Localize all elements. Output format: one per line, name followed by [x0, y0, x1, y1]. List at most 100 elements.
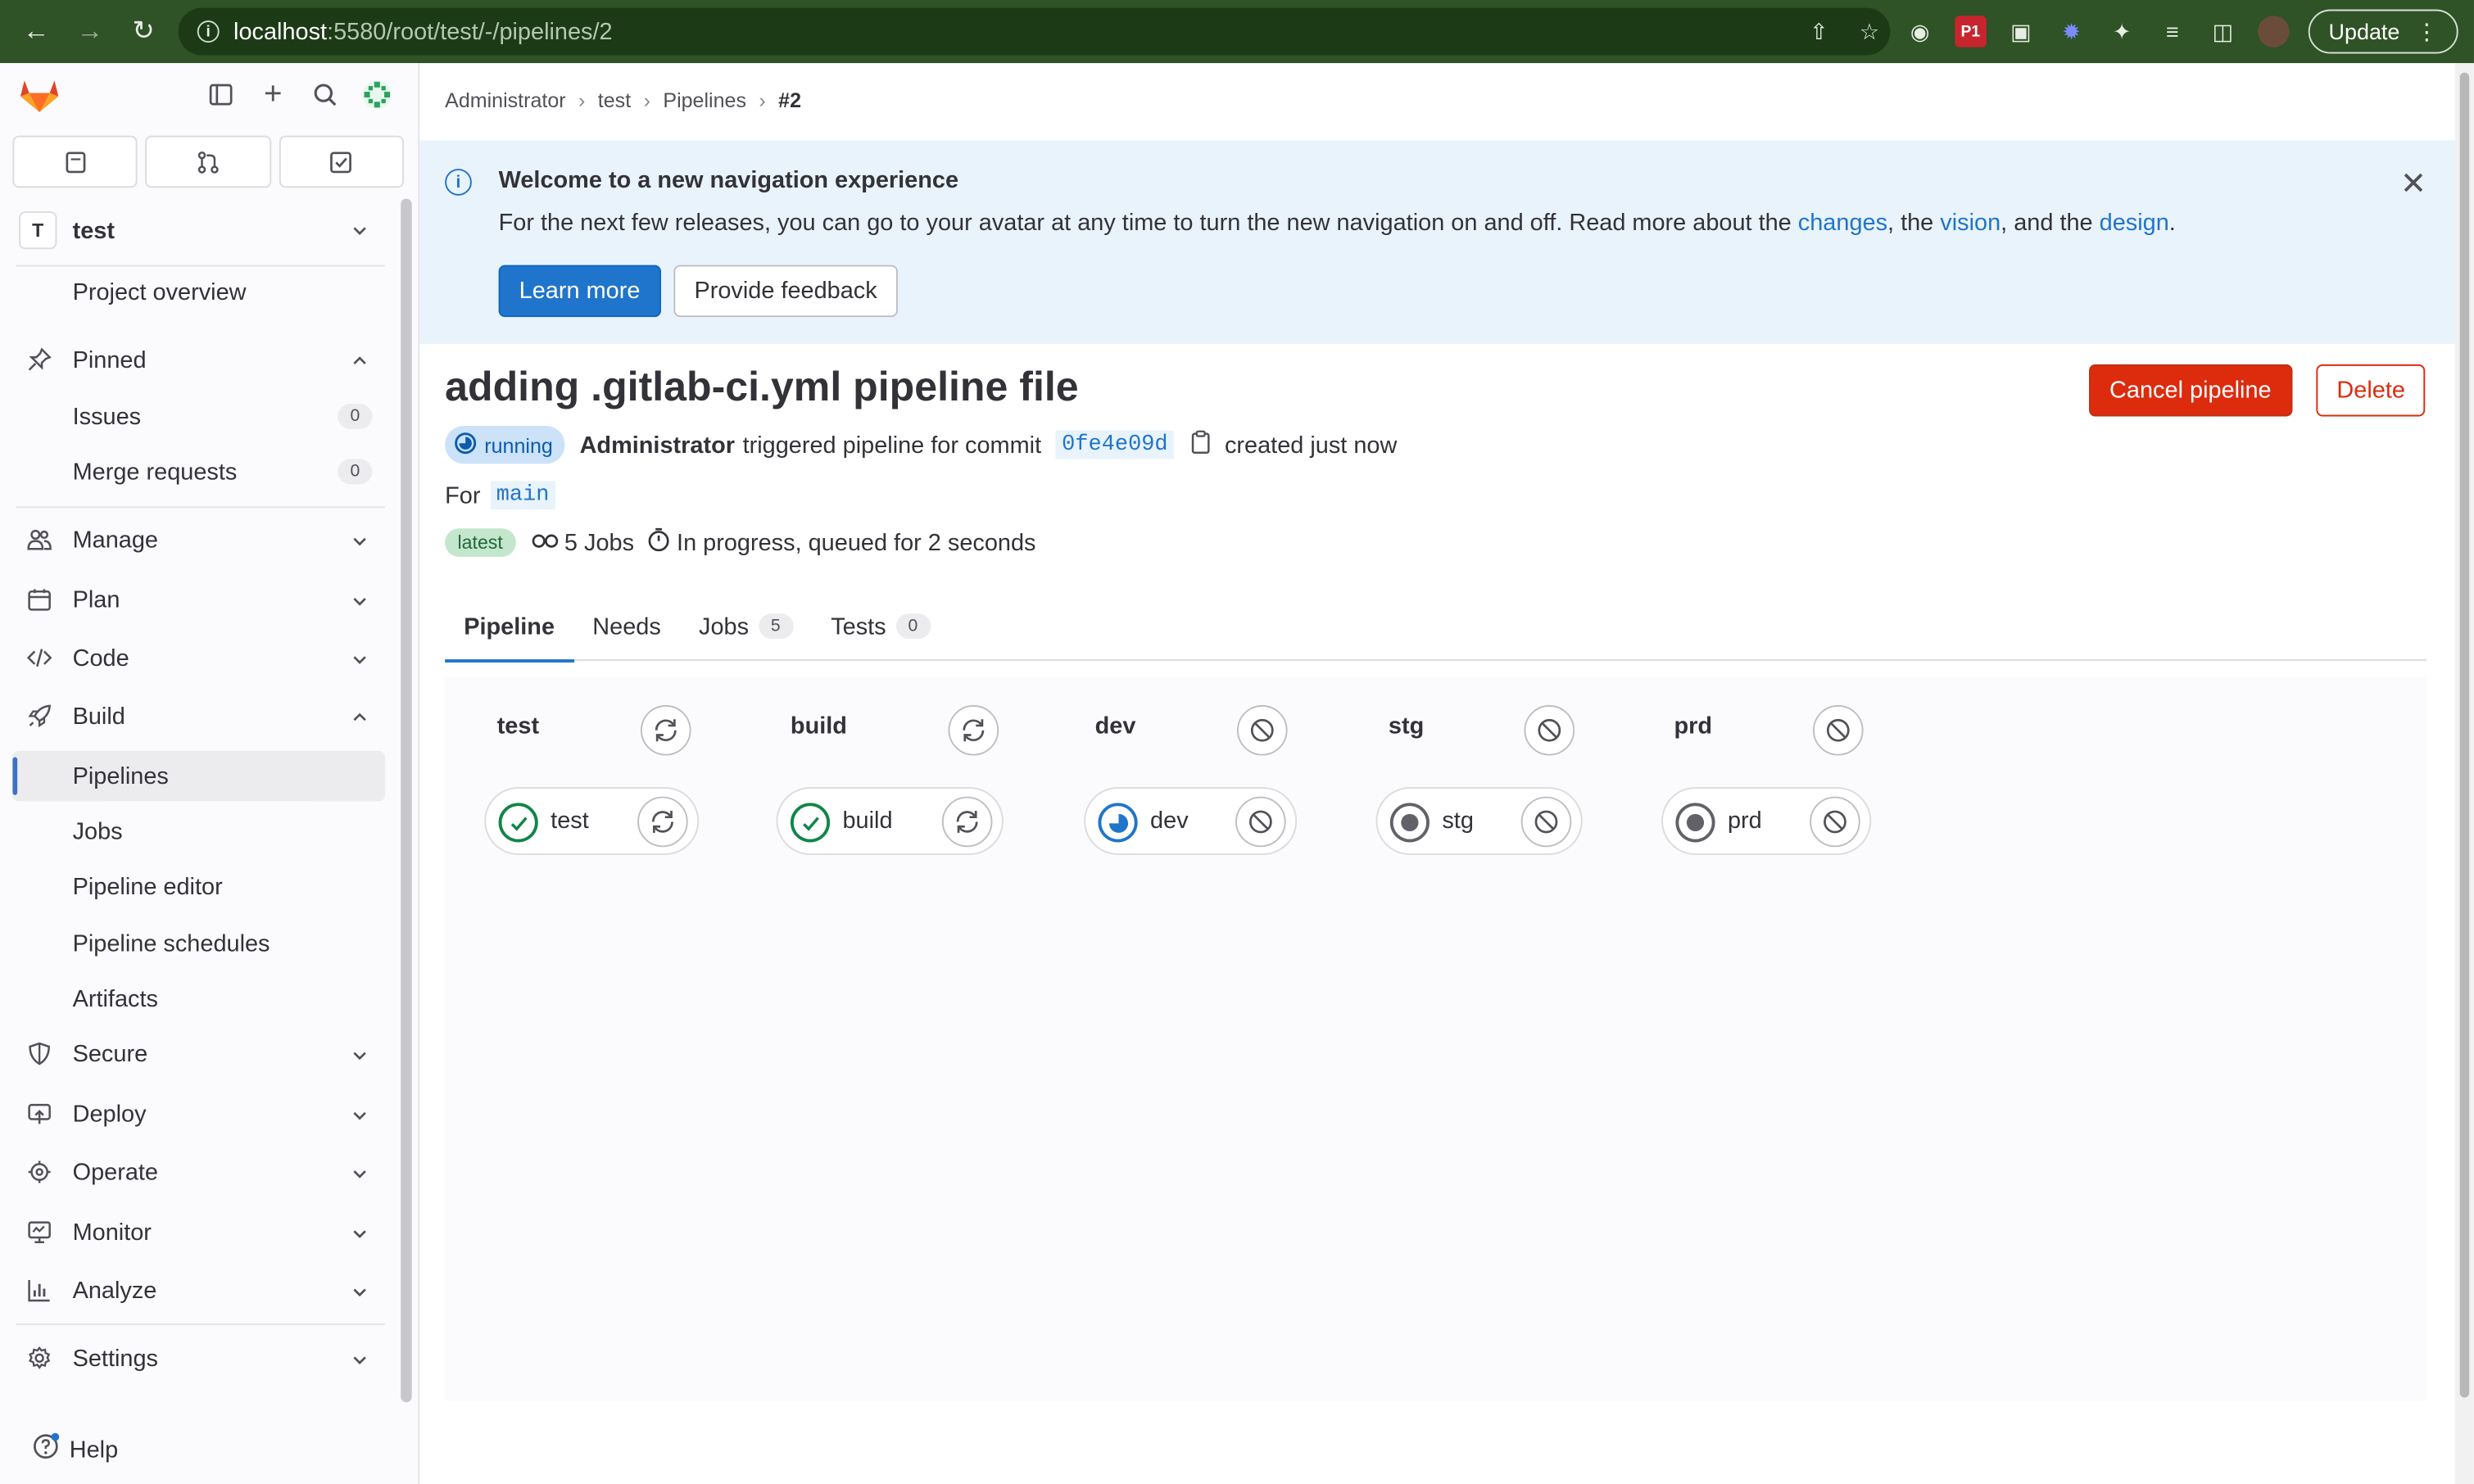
project-switcher[interactable]: T test: [7, 202, 385, 259]
job-name: dev: [1150, 808, 1189, 835]
chevron-up-icon: [351, 351, 369, 378]
job-card[interactable]: dev: [1084, 787, 1298, 855]
bookmark-star-icon[interactable]: ☆: [1854, 16, 1886, 48]
sidebar-item-settings[interactable]: Settings: [12, 1332, 385, 1383]
site-info-icon[interactable]: i: [197, 20, 220, 43]
learn-more-button[interactable]: Learn more: [498, 265, 661, 318]
latest-badge: latest: [445, 528, 516, 557]
progress-info: In progress, queued for 2 seconds: [646, 527, 1036, 559]
job-card[interactable]: build: [776, 787, 1004, 855]
sidebar-item-secure[interactable]: Secure: [12, 1029, 385, 1079]
retry-icon[interactable]: [637, 796, 688, 848]
sidebar-item-analyze[interactable]: Analyze: [12, 1265, 385, 1316]
back-icon[interactable]: ←: [19, 14, 53, 48]
tab-needs[interactable]: Needs: [573, 591, 680, 661]
sidebar-item-code[interactable]: Code: [12, 632, 385, 683]
sidebar-item-pipeline-schedules[interactable]: Pipeline schedules: [12, 918, 385, 969]
pipeline-meta: running Administrator triggered pipeline…: [445, 424, 1397, 465]
extension-gear-icon[interactable]: ✹: [2055, 16, 2087, 48]
extension-p1-icon[interactable]: P1: [1955, 16, 1987, 48]
help-button[interactable]: Help: [32, 1432, 118, 1467]
breadcrumb: Administrator › test › Pipelines › #2: [445, 88, 802, 112]
stage-name: stg: [1388, 713, 1425, 740]
assigned-issues-icon[interactable]: [12, 135, 138, 188]
sidebar-item-deploy[interactable]: Deploy: [12, 1088, 385, 1139]
sidebar-item-build[interactable]: Build: [12, 691, 385, 742]
banner-sep: , and the: [2000, 210, 2100, 237]
sidebar-item-merge-requests[interactable]: Merge requests 0: [12, 446, 385, 497]
chevron-down-icon: [351, 1349, 369, 1376]
share-icon[interactable]: ⇧: [1803, 16, 1835, 48]
sidebar-item-manage[interactable]: Manage: [12, 514, 385, 565]
cancel-icon[interactable]: [1524, 704, 1575, 756]
sidebar-item-issues[interactable]: Issues 0: [12, 391, 385, 442]
retry-icon[interactable]: [941, 796, 993, 848]
issues-count-badge: 0: [338, 404, 373, 429]
sidebar-item-pipeline-editor[interactable]: Pipeline editor: [12, 862, 385, 912]
trigger-user[interactable]: Administrator: [580, 432, 735, 459]
provide-feedback-button[interactable]: Provide feedback: [673, 265, 898, 318]
profile-avatar[interactable]: [2257, 16, 2290, 48]
search-icon[interactable]: [309, 79, 341, 111]
chevron-down-icon: [351, 1162, 369, 1189]
changes-link[interactable]: changes: [1798, 210, 1887, 237]
cancel-icon[interactable]: [1235, 796, 1286, 848]
sidebar-item-artifacts[interactable]: Artifacts: [12, 973, 385, 1024]
todo-list-icon[interactable]: [279, 135, 405, 188]
sidebar-item-jobs[interactable]: Jobs: [12, 806, 385, 857]
stage-name: build: [790, 713, 847, 740]
pipeline-graph: test test build build dev dev stg stg pr…: [445, 676, 2427, 1401]
retry-icon[interactable]: [948, 704, 999, 756]
breadcrumb-pipelines[interactable]: Pipelines: [663, 88, 746, 112]
job-card[interactable]: prd: [1661, 787, 1872, 855]
cancel-icon[interactable]: [1810, 796, 1860, 848]
gitlab-logo-icon[interactable]: [19, 75, 60, 113]
design-link[interactable]: design: [2100, 210, 2169, 237]
tab-tests[interactable]: Tests 0: [812, 591, 949, 661]
stage-name: prd: [1674, 713, 1713, 740]
address-bar[interactable]: i localhost:5580/root/test/-/pipelines/2: [178, 7, 1891, 56]
retry-icon[interactable]: [640, 704, 691, 756]
create-new-icon[interactable]: +: [257, 76, 289, 111]
breadcrumb-project[interactable]: test: [598, 88, 631, 112]
sidebar-item-pinned[interactable]: Pinned: [12, 334, 385, 385]
branch-link[interactable]: main: [490, 481, 556, 510]
close-icon[interactable]: ✕: [2400, 164, 2426, 203]
collapse-sidebar-icon[interactable]: [205, 79, 237, 111]
user-avatar-icon[interactable]: [361, 79, 393, 111]
tab-pipeline[interactable]: Pipeline: [445, 591, 573, 663]
delete-pipeline-button[interactable]: Delete: [2316, 364, 2426, 417]
merge-requests-icon[interactable]: [145, 135, 271, 188]
help-icon: [32, 1432, 61, 1467]
reload-icon[interactable]: ↻: [126, 14, 161, 48]
cancel-icon[interactable]: [1520, 796, 1572, 848]
extension-camera-icon[interactable]: ▣: [2005, 16, 2037, 48]
status-badge[interactable]: running: [445, 426, 566, 464]
extensions-puzzle-icon[interactable]: ✦: [2106, 16, 2138, 48]
job-card[interactable]: stg: [1375, 787, 1583, 855]
sidebar-item-monitor[interactable]: Monitor: [12, 1206, 385, 1257]
cancel-icon[interactable]: [1236, 704, 1288, 756]
breadcrumb-current[interactable]: #2: [778, 88, 801, 112]
copy-clipboard-icon[interactable]: [1190, 429, 1212, 461]
page-scrollbar[interactable]: [2454, 63, 2474, 1484]
cancel-icon[interactable]: [1812, 704, 1864, 756]
forward-icon[interactable]: →: [73, 14, 107, 48]
sidebar-item-project-overview[interactable]: Project overview: [12, 266, 385, 317]
browser-update-button[interactable]: Update ⋮: [2308, 9, 2458, 54]
cancel-pipeline-button[interactable]: Cancel pipeline: [2089, 364, 2292, 417]
sidebar-item-plan[interactable]: Plan: [12, 574, 385, 625]
tab-jobs[interactable]: Jobs 5: [680, 591, 812, 661]
breadcrumb-administrator[interactable]: Administrator: [445, 88, 565, 112]
media-queue-icon[interactable]: ≡: [2157, 16, 2189, 48]
merge-requests-count-badge: 0: [338, 459, 373, 485]
vision-link[interactable]: vision: [1940, 210, 2000, 237]
side-panel-icon[interactable]: ◫: [2207, 16, 2239, 48]
sidebar-item-operate[interactable]: Operate: [12, 1147, 385, 1197]
commit-sha-link[interactable]: 0fe4e09d: [1055, 430, 1175, 459]
extension-lens-icon[interactable]: ◉: [1904, 16, 1936, 48]
sidebar-scrollbar[interactable]: [401, 198, 412, 1403]
job-card[interactable]: test: [484, 787, 700, 855]
sidebar-item-pipelines[interactable]: Pipelines: [12, 750, 385, 802]
url-host: localhost: [233, 18, 328, 45]
